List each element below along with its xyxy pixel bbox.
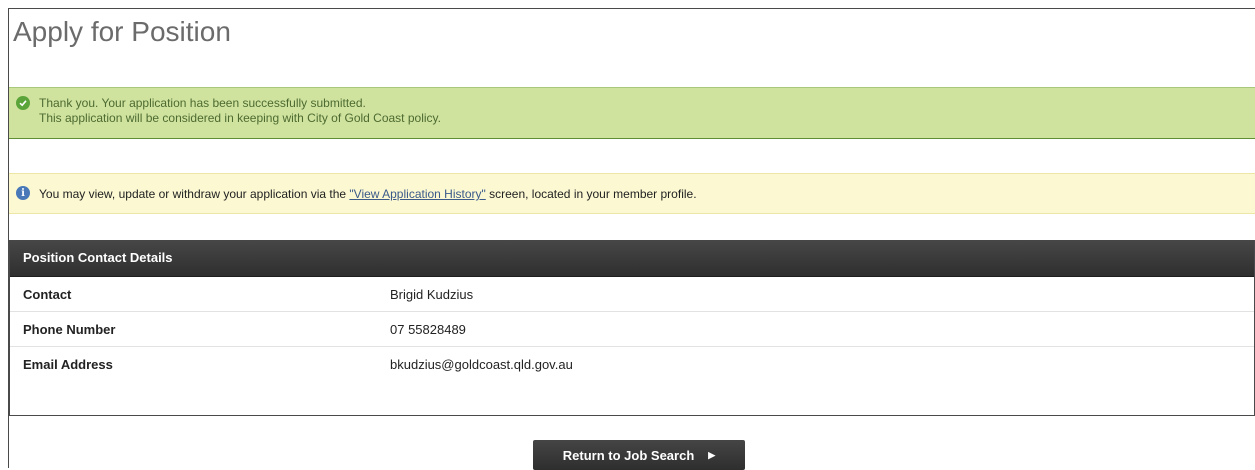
row-label: Contact [23, 287, 72, 302]
return-button-label: Return to Job Search [562, 447, 695, 463]
caret-right-icon: ▶ [708, 449, 716, 460]
contact-row: Contact Brigid Kudzius [10, 277, 1254, 312]
success-message: Thank you. Your application has been suc… [9, 87, 1255, 139]
return-to-job-search-button[interactable]: Return to Job Search ▶ [533, 440, 745, 470]
view-application-history-link[interactable]: "View Application History" [349, 187, 485, 201]
info-text: You may view, update or withdraw your ap… [39, 187, 697, 201]
phone-row: Phone Number 07 55828489 [10, 312, 1254, 347]
success-text-line1: Thank you. Your application has been suc… [39, 96, 366, 110]
info-circle-icon: i [16, 186, 30, 200]
info-message: i You may view, update or withdraw your … [9, 173, 1255, 214]
row-value: bkudzius@goldcoast.qld.gov.au [390, 357, 573, 372]
panel-header: Position Contact Details [10, 240, 1254, 277]
page-frame: Apply for Position Thank you. Your appli… [8, 8, 1255, 470]
position-contact-details: Position Contact Details Contact Brigid … [9, 240, 1255, 416]
info-text-prefix: You may view, update or withdraw your ap… [39, 187, 350, 201]
row-label: Email Address [23, 357, 113, 372]
row-value: Brigid Kudzius [390, 287, 474, 302]
page-title: Apply for Position [13, 16, 231, 47]
email-row: Email Address bkudzius@goldcoast.qld.gov… [10, 347, 1254, 381]
row-label: Phone Number [23, 322, 116, 337]
check-circle-icon [16, 96, 30, 110]
info-text-suffix: screen, located in your member profile. [485, 187, 697, 201]
row-value: 07 55828489 [390, 322, 466, 337]
success-text-line2: This application will be considered in k… [39, 111, 441, 125]
